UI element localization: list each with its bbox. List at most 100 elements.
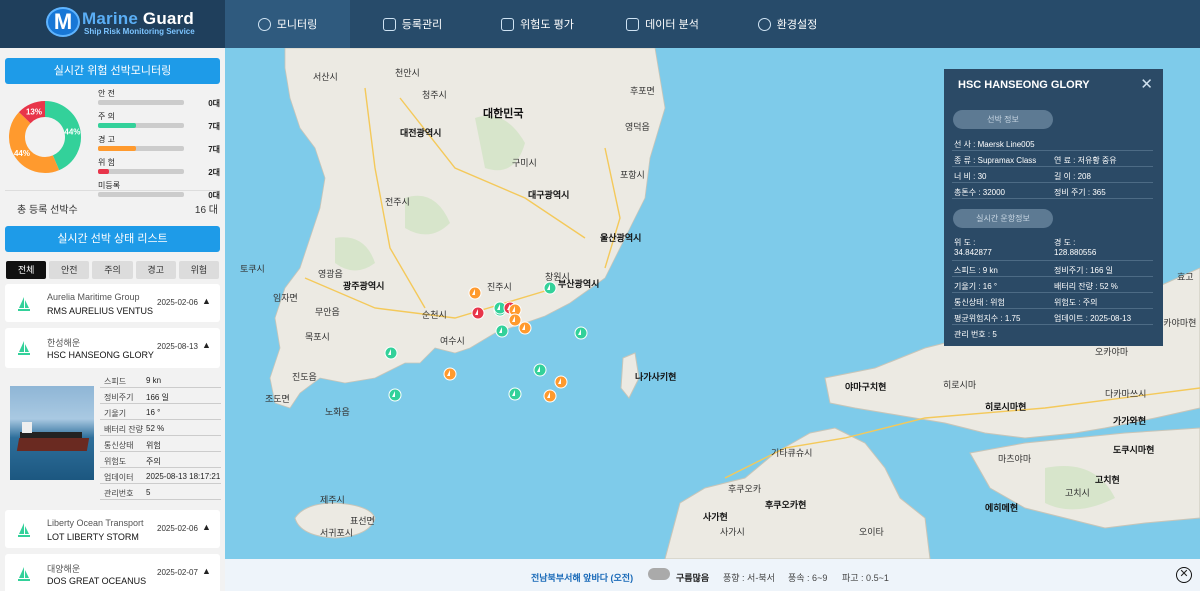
logo[interactable]: M Marine Guard Ship Risk Monitoring Serv… [0,0,225,48]
ship-date: 2025-02-06 [157,298,198,307]
map-label: 사가현 [703,512,728,522]
map-label: 청주시 [422,90,447,100]
map-label: 에히메현 [985,503,1019,513]
ship-photo [10,386,94,480]
ship-name: RMS AURELIUS VENTUS [47,306,154,316]
expand-arrow-icon[interactable]: ▲ [202,296,211,306]
map-label: 나가사키현 [635,372,677,382]
map-label: 후포면 [630,86,655,96]
wind-direction: 풍향 : 서-북서 [723,573,775,583]
filter-warning[interactable]: 경고 [135,261,176,279]
expand-arrow-icon[interactable]: ▲ [202,566,211,576]
legend-danger: 위 험 2대 [98,158,220,177]
nav-label: 위험도 평가 [520,19,574,31]
map-label: 제주시 [320,495,345,505]
map-label: 야마구치현 [845,382,887,392]
map-label: 토쿠시 [240,264,265,274]
detail-row: 업데이터 2025-08-13 18:17:21 [100,468,221,484]
info-row: 총톤수 : 32000 정비 주기 : 365 [952,183,1153,199]
nav-registration[interactable]: 등록관리 [350,0,475,48]
map-label: 진주시 [487,282,512,292]
korea-landmass [269,48,666,409]
ship-list-title: 실시간 선박 상태 리스트 [5,226,220,252]
expand-arrow-icon[interactable]: ▲ [202,522,211,532]
close-icon[interactable]: ✕ [1140,75,1153,93]
nav-data-analysis[interactable]: 데이터 분석 [600,0,725,48]
filter-safe[interactable]: 안전 [49,261,90,279]
map-label: 히로시마현 [985,402,1027,412]
ship-date: 2025-02-07 [157,568,198,577]
detail-row: 정비주기 166 일 [100,388,221,404]
filter-all[interactable]: 전체 [6,261,47,279]
map-label: 사가시 [720,527,745,537]
map-label: 진도읍 [292,372,317,382]
ship-card[interactable]: Aurelia Maritime Group RMS AURELIUS VENT… [5,284,220,322]
nav-monitoring[interactable]: 모니터링 [225,0,350,48]
clipboard-icon [501,17,515,31]
donut-label: 44% [64,127,80,136]
map-label: 영광읍 [318,269,343,279]
ship-card[interactable]: Liberty Ocean Transport LOT LIBERTY STOR… [5,510,220,548]
ship-name: HSC HANSEONG GLORY [47,350,154,360]
map-label: 울산광역시 [600,233,642,243]
ship-icon [18,523,30,537]
ship-date: 2025-08-13 [157,342,198,351]
wave-height: 파고 : 0.5~1 [842,573,889,583]
map-label: 가가와현 [1113,416,1147,426]
map-label: 전주시 [385,197,410,207]
legend-caution: 주 의 7대 [98,112,220,131]
map-label: 오이타 [859,527,884,537]
total-ships: 총 등록 선박수 16 대 [5,190,220,218]
filter-caution[interactable]: 주의 [92,261,133,279]
ship-company: Liberty Ocean Transport [47,518,144,528]
map-label: 고치현 [1095,475,1120,485]
map-label: 기타큐슈시 [771,448,813,458]
popup-title: HSC HANSEONG GLORY [958,79,1090,91]
info-row: 종 류 : Supramax Class 연 료 : 저유황 중유 [952,151,1153,167]
ship-company: Aurelia Maritime Group [47,292,140,302]
map-label: 대한민국 [483,108,524,120]
ship-company: 대양해운 [47,564,81,574]
map-label: 부산광역시 [558,279,600,289]
ship-company: 한성해운 [47,338,81,348]
filter-danger[interactable]: 위험 [178,261,220,279]
ship-icon [18,567,30,581]
collapse-arrow-icon[interactable]: ▲ [202,340,211,350]
ship-detail-panel: 스피드 9 kn 정비주기 166 일 기울기 16 ° 배터리 잔량 52 % 통신상… [5,368,221,504]
wind-speed: 풍속 : 6~9 [788,573,828,583]
nav-label: 등록관리 [401,19,443,31]
map-label: 순천시 [422,310,447,320]
detail-row: 관리번호 5 [100,484,221,500]
map-label: 영덕읍 [625,122,650,132]
top-bar: M Marine Guard Ship Risk Monitoring Serv… [0,0,1200,48]
chart-icon [626,17,640,31]
nav-label: 환경설정 [776,19,818,31]
close-icon[interactable]: ✕ [1176,567,1192,583]
map-label: 임자면 [273,293,298,303]
info-row: 평균위험지수 : 1.75 업데이트 : 2025-08-13 [952,309,1153,325]
nav-settings[interactable]: 환경설정 [725,0,850,48]
info-row: 통신상태 : 위험 위험도 : 주의 [952,293,1153,309]
weather-location[interactable]: 전남북부서해 앞바다 (오전) [531,571,633,584]
info-row: 기울기 : 16 ° 배터리 잔량 : 52 % [952,277,1153,293]
ship-date: 2025-02-06 [157,524,198,533]
sidebar: 실시간 위험 선박모니터링 44% 44% 13% 안 전 0대 주 의 7대 경 고7… [0,48,225,591]
ship-card-selected[interactable]: 한성해운 HSC HANSEONG GLORY 2025-08-13 ▲ [5,328,220,368]
section-ship-info: 선박 정보 [953,110,1053,129]
map-label: 오카야마 [1095,347,1129,357]
weather-bar: 전남북부서해 앞바다 (오전) 구름많음 풍향 : 서-북서 풍속 : 6~9 … [225,559,1200,591]
weather-sky: 구름많음 [676,573,710,583]
map-label: 조도면 [265,394,290,404]
map-label: 효고 [1177,272,1194,282]
nav-risk-assessment[interactable]: 위험도 평가 [475,0,600,48]
map-label: 대구광역시 [528,190,570,200]
map-label: 마츠야마 [998,454,1032,464]
donut-label: 13% [26,107,42,116]
ship-name: LOT LIBERTY STORM [47,532,139,542]
detail-row: 위험도 주의 [100,452,221,468]
map-label: 다카마쓰시 [1105,389,1147,399]
map-label: 히로시마 [943,380,977,390]
ship-card[interactable]: 대양해운 DOS GREAT OCEANUS 2025-02-07 ▲ [5,554,220,591]
map-label: 구미시 [512,158,537,168]
detail-row: 통신상태 위험 [100,436,221,452]
